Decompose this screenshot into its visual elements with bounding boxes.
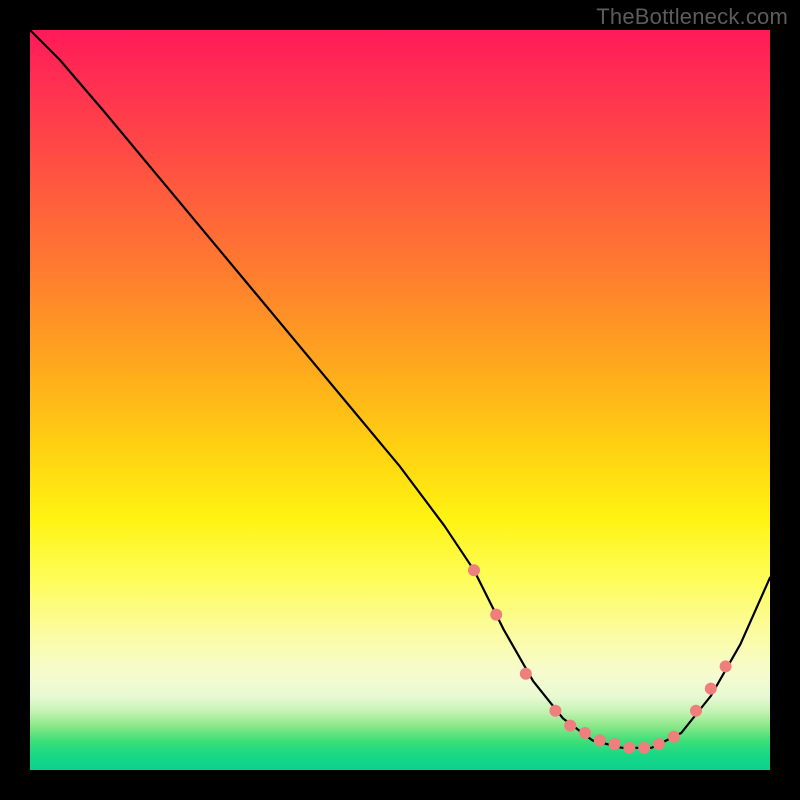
marker-dot <box>609 738 621 750</box>
marker-dot <box>520 668 532 680</box>
plot-area <box>30 30 770 770</box>
marker-dot <box>594 734 606 746</box>
marker-dot <box>579 727 591 739</box>
bottleneck-curve <box>30 30 770 748</box>
chart-stage: TheBottleneck.com <box>0 0 800 800</box>
marker-dot <box>468 564 480 576</box>
marker-dot <box>490 609 502 621</box>
marker-dot <box>564 720 576 732</box>
marker-dot <box>668 731 680 743</box>
marker-dot <box>720 660 732 672</box>
marker-dot <box>690 705 702 717</box>
marker-dot <box>638 742 650 754</box>
marker-dot <box>653 738 665 750</box>
marker-dot <box>549 705 561 717</box>
attribution-label: TheBottleneck.com <box>596 4 788 30</box>
highlight-dots <box>468 564 732 754</box>
curve-svg <box>30 30 770 770</box>
marker-dot <box>623 742 635 754</box>
marker-dot <box>705 683 717 695</box>
